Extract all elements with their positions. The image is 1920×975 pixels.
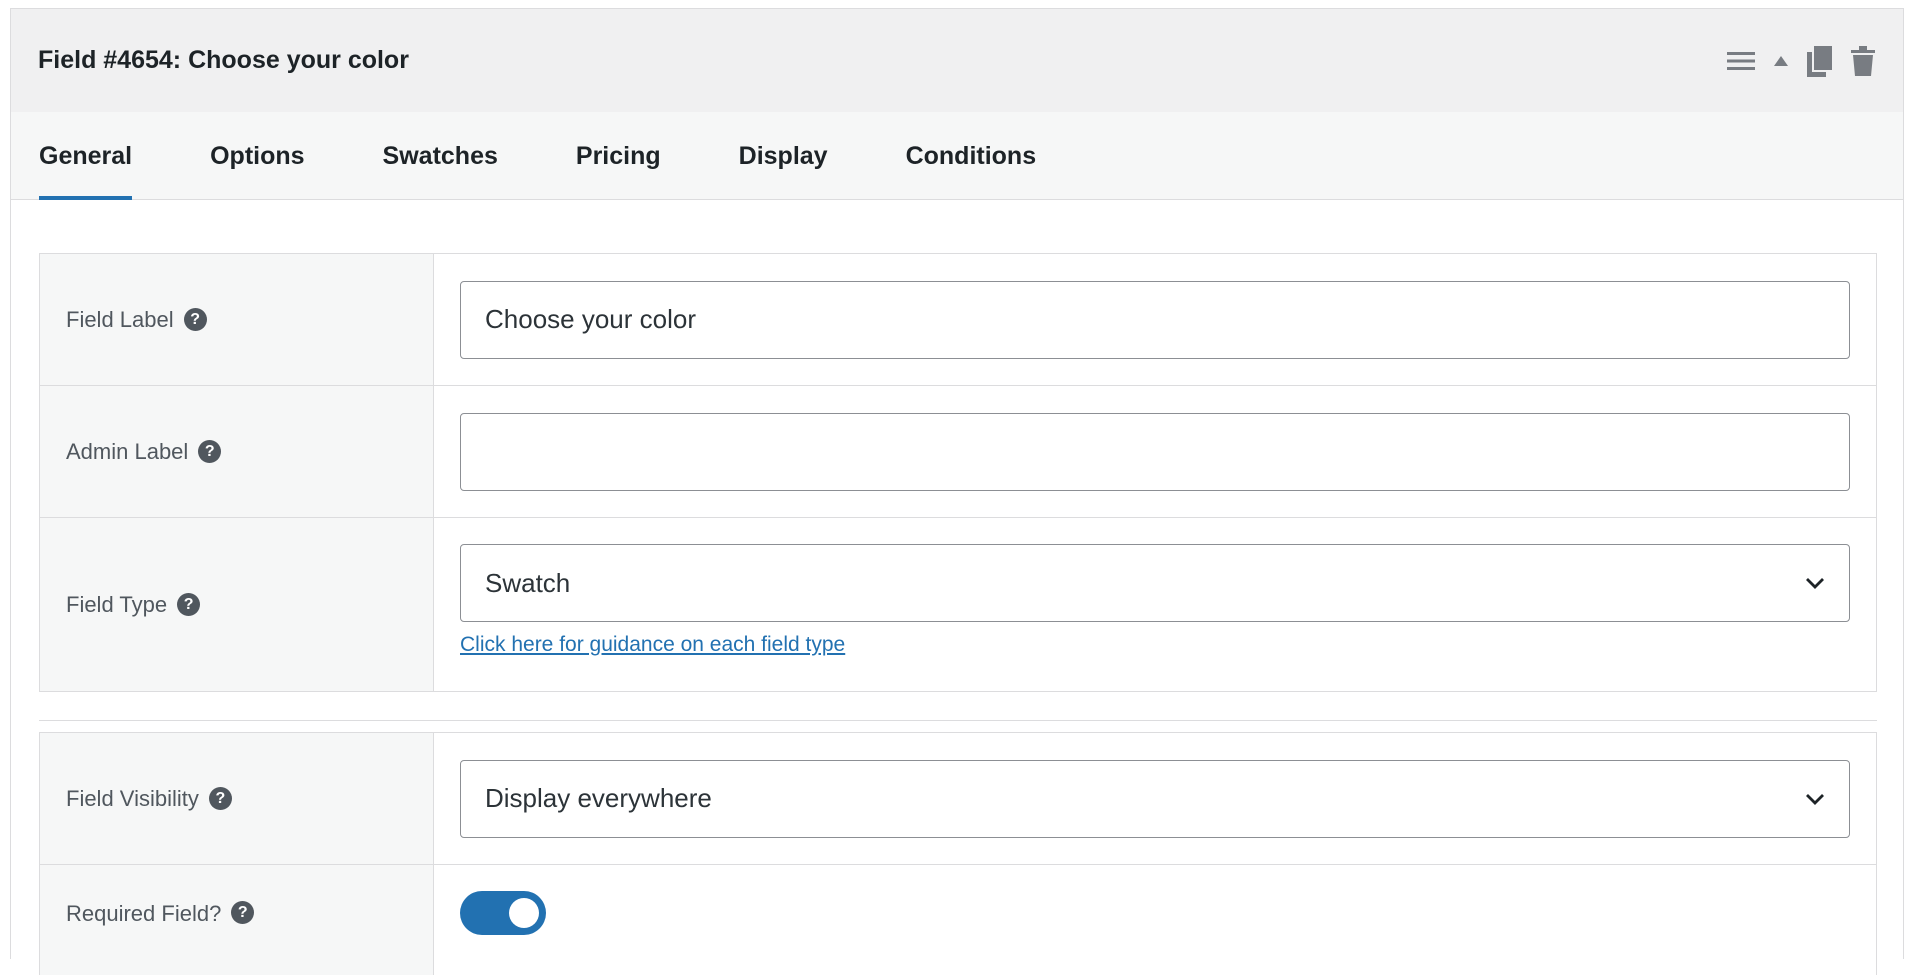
duplicate-icon[interactable] [1807, 44, 1833, 77]
trash-icon[interactable] [1851, 45, 1875, 76]
field-type-label: Field Type ? [40, 518, 434, 691]
admin-label-label: Admin Label ? [40, 386, 434, 517]
required-field-text: Required Field? [66, 901, 222, 926]
section-divider [39, 720, 1877, 721]
help-icon[interactable]: ? [231, 901, 255, 924]
field-visibility-select[interactable]: Display everywhere [460, 759, 1850, 838]
tab-pricing[interactable]: Pricing [576, 112, 661, 199]
tab-display[interactable]: Display [739, 112, 828, 199]
field-label-label: Field Label ? [40, 254, 434, 385]
field-type-cell: Swatch Click here for guidance on each f… [434, 518, 1876, 691]
help-icon[interactable]: ? [177, 593, 201, 616]
required-field-cell [434, 865, 1876, 935]
toggle-knob [509, 898, 539, 928]
admin-label-row: Admin Label ? [40, 386, 1876, 518]
field-title: Field #4654: Choose your color [38, 46, 409, 74]
admin-label-cell [434, 386, 1876, 517]
field-visibility-value: Display everywhere [485, 783, 712, 813]
header-actions [1727, 44, 1875, 77]
visibility-settings-group: Field Visibility ? Display everywhere Re… [39, 732, 1877, 975]
field-type-text: Field Type [66, 591, 168, 617]
field-label-input-wrap[interactable] [460, 280, 1850, 359]
admin-label-text: Admin Label [66, 438, 189, 464]
field-header[interactable]: Field #4654: Choose your color [11, 9, 1903, 112]
menu-icon[interactable] [1727, 50, 1755, 72]
field-visibility-text: Field Visibility [66, 785, 199, 811]
help-icon[interactable]: ? [198, 440, 222, 463]
field-type-value: Swatch [485, 567, 571, 598]
required-field-toggle[interactable] [460, 891, 546, 935]
field-label-row: Field Label ? [40, 254, 1876, 386]
field-type-guidance-link[interactable]: Click here for guidance on each field ty… [460, 633, 1850, 657]
help-icon[interactable]: ? [208, 787, 232, 810]
general-settings-group: Field Label ? Admin Label ? Field [39, 253, 1877, 692]
chevron-down-icon [1806, 793, 1824, 805]
admin-label-input-wrap[interactable] [460, 412, 1850, 491]
collapse-triangle-icon[interactable] [1773, 55, 1789, 67]
field-panel: Field #4654: Choose your color General O… [10, 8, 1904, 975]
tab-options[interactable]: Options [210, 112, 304, 199]
field-label-input[interactable] [485, 304, 1825, 335]
field-label-cell [434, 254, 1876, 385]
chevron-down-icon [1806, 578, 1824, 589]
tab-bar: General Options Swatches Pricing Display… [11, 112, 1903, 200]
tab-swatches[interactable]: Swatches [383, 112, 498, 199]
field-type-select[interactable]: Swatch [460, 544, 1850, 622]
admin-label-input[interactable] [485, 436, 1825, 467]
field-visibility-row: Field Visibility ? Display everywhere [40, 733, 1876, 865]
field-label-text: Field Label [66, 306, 174, 332]
help-icon[interactable]: ? [183, 308, 207, 331]
tab-general[interactable]: General [39, 112, 133, 200]
field-type-row: Field Type ? Swatch Click here for guida… [40, 518, 1876, 691]
tab-conditions[interactable]: Conditions [906, 112, 1037, 199]
field-visibility-cell: Display everywhere [434, 733, 1876, 864]
field-visibility-label: Field Visibility ? [40, 733, 434, 864]
